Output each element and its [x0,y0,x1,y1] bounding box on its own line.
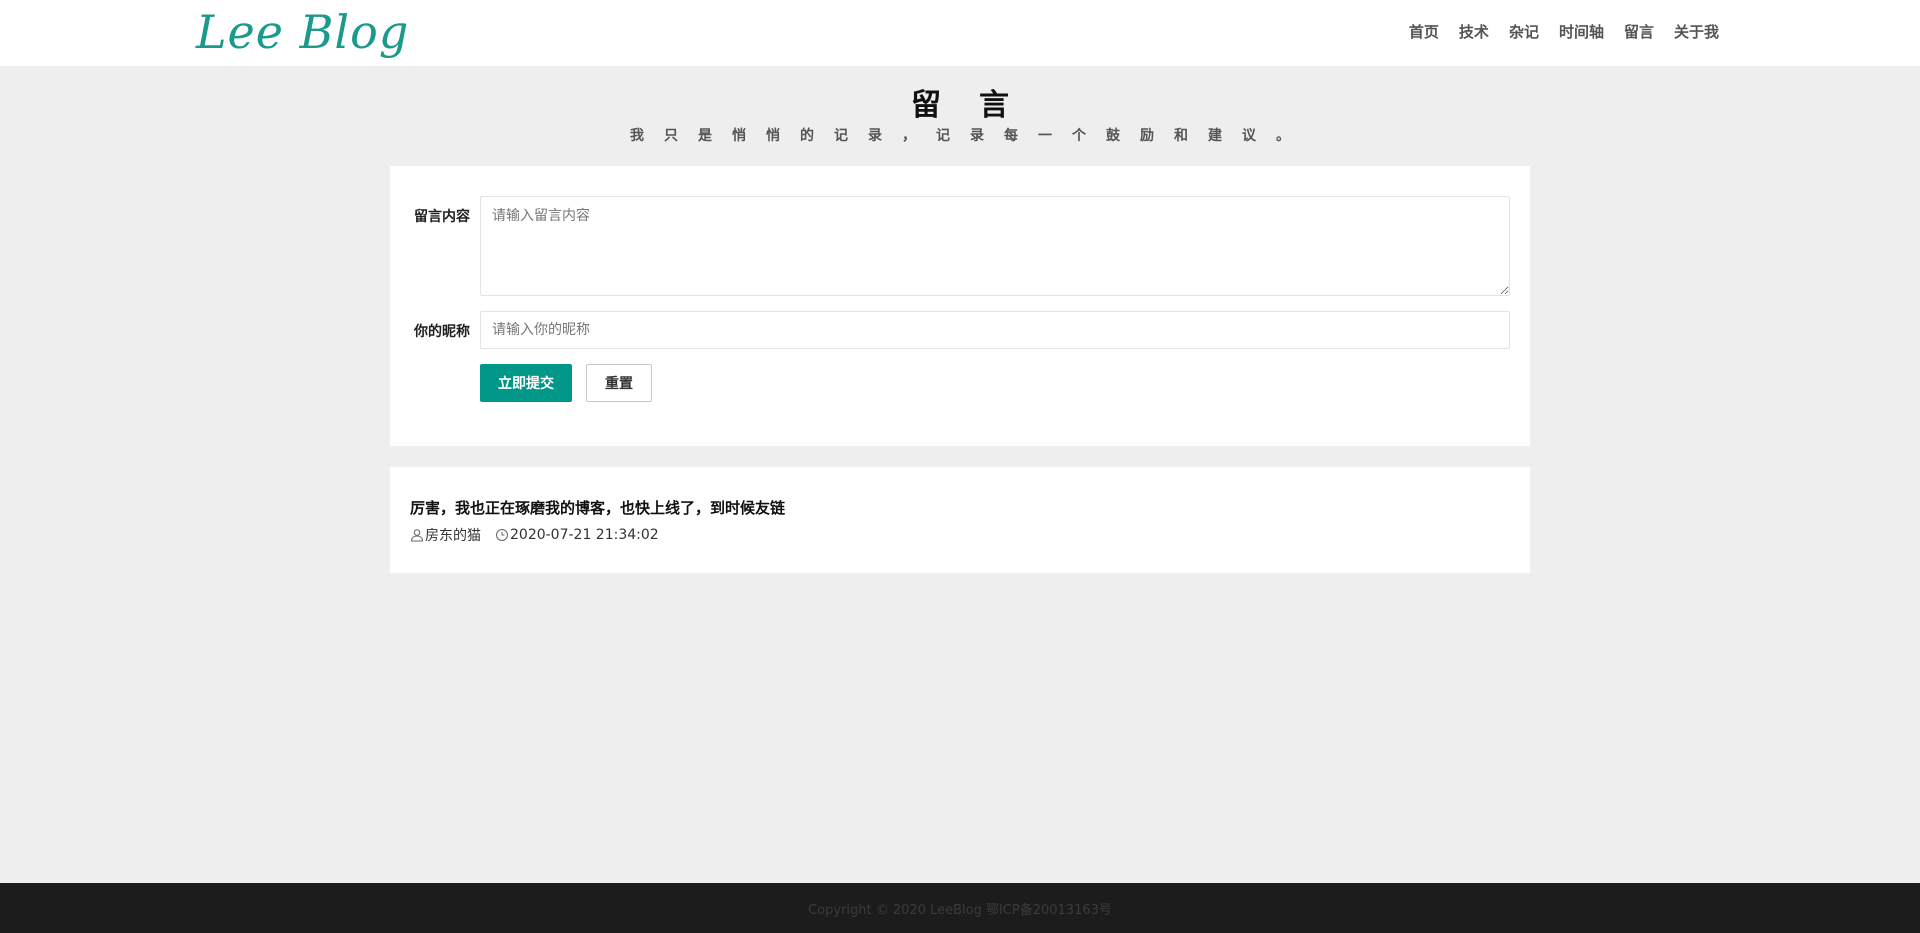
nickname-label: 你的昵称 [414,324,470,340]
nickname-input[interactable] [480,311,1510,349]
comment-meta: 房东的猫 2020-07-21 21:34:02 [410,525,659,545]
nav-item-about[interactable]: 关于我 [1674,21,1719,42]
nav-item-guestbook[interactable]: 留言 [1624,21,1654,42]
nav-item-tech[interactable]: 技术 [1459,21,1489,42]
comment-text: 厉害，我也正在琢磨我的博客，也快上线了，到时候友链 [410,499,786,517]
main-nav: 首页 技术 杂记 时间轴 留言 关于我 [1389,0,1719,62]
message-form: 留言内容 你的昵称 立即提交 重置 [390,166,1530,446]
site-header: Lee Blog 首页 技术 杂记 时间轴 留言 关于我 [0,0,1920,66]
comment-author: 房东的猫 [425,528,481,544]
comment-list: 厉害，我也正在琢磨我的博客，也快上线了，到时候友链 房东的猫 2020-07-2… [390,467,1530,573]
nav-item-timeline[interactable]: 时间轴 [1559,21,1604,42]
user-icon [410,528,424,542]
submit-button[interactable]: 立即提交 [480,364,572,402]
page-title: 留言 [911,88,1047,123]
comment-time: 2020-07-21 21:34:02 [510,527,659,543]
footer-copyright: Copyright © 2020 LeeBlog 鄂ICP备20013163号 [808,902,1112,918]
site-footer: Copyright © 2020 LeeBlog 鄂ICP备20013163号 [0,883,1920,933]
nav-item-home[interactable]: 首页 [1409,21,1439,42]
page-subtitle: 我只是悄悄的记录，记录每一个鼓励和建议。 [630,128,1310,144]
reset-button[interactable]: 重置 [586,364,652,402]
site-logo[interactable]: Lee Blog [196,4,409,60]
content-label: 留言内容 [414,209,470,225]
clock-icon [495,528,509,542]
nav-item-notes[interactable]: 杂记 [1509,21,1539,42]
message-content-input[interactable] [480,196,1510,296]
